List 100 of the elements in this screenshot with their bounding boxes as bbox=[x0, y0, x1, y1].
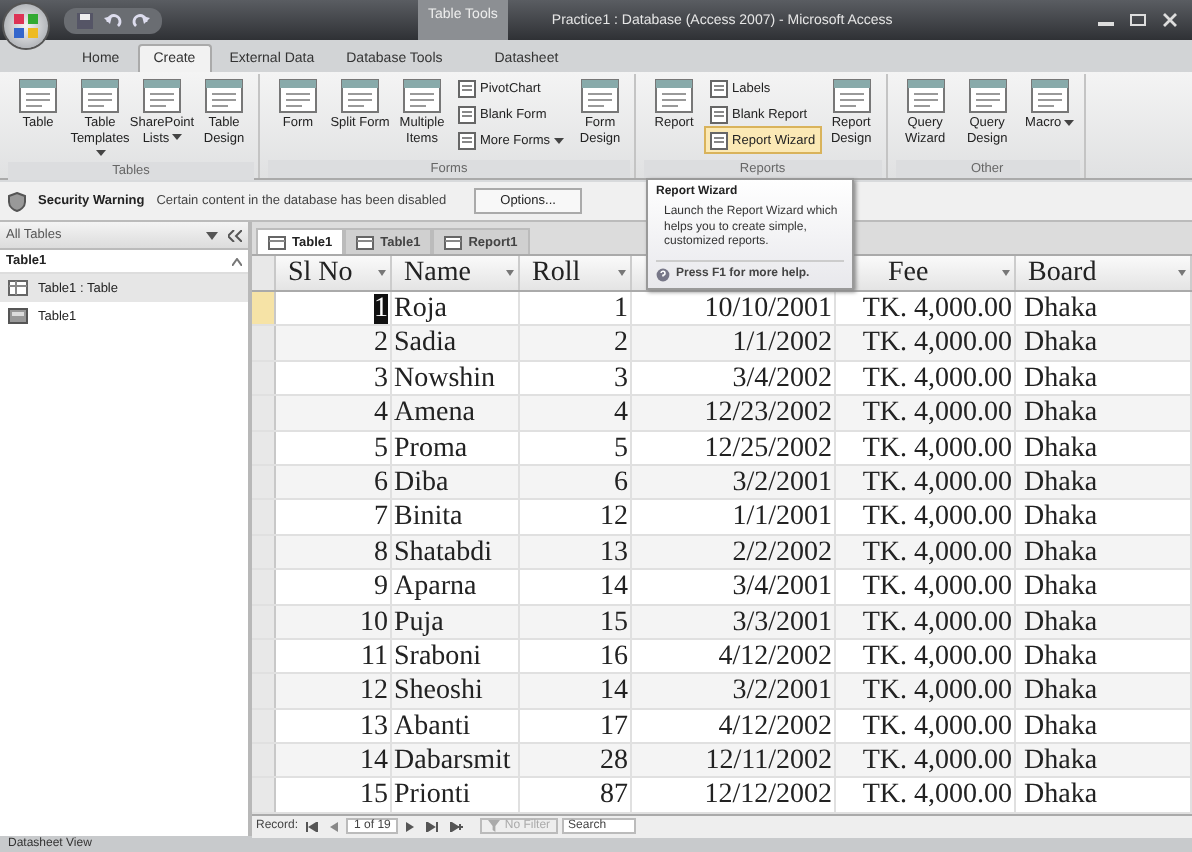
table-cell: 14 bbox=[520, 674, 632, 708]
document-icon bbox=[278, 78, 318, 114]
table-cell: TK. 4,000.00 bbox=[836, 639, 1016, 673]
table-cell: Dhaka bbox=[1016, 500, 1192, 534]
table-cell: 9 bbox=[276, 570, 392, 604]
new-record-icon bbox=[450, 821, 465, 832]
previous-record-button[interactable] bbox=[326, 821, 343, 832]
document-icon bbox=[80, 78, 120, 114]
table-cell: TK. 4,000.00 bbox=[836, 361, 1016, 395]
table-cell: 3 bbox=[520, 361, 632, 395]
document-icon bbox=[458, 131, 476, 149]
table-cell: 12/23/2002 bbox=[632, 396, 836, 430]
table-cell: TK. 4,000.00 bbox=[836, 465, 1016, 499]
table-cell: 87 bbox=[520, 778, 632, 812]
table-cell: 15 bbox=[276, 778, 392, 812]
maximize-icon[interactable] bbox=[1128, 12, 1148, 28]
table-cell: Puja bbox=[392, 605, 520, 638]
table-cell: TK. 4,000.00 bbox=[836, 535, 1016, 569]
caret-icon[interactable] bbox=[618, 270, 626, 276]
report-icon bbox=[8, 308, 28, 324]
table-cell: 11 bbox=[276, 639, 392, 673]
document-icon bbox=[204, 78, 244, 114]
column-header[interactable]: Name bbox=[392, 256, 520, 290]
table-cell: TK. 4,000.00 bbox=[836, 709, 1016, 743]
table-cell: Dhaka bbox=[1016, 431, 1192, 464]
column-header[interactable]: Sl No bbox=[276, 256, 392, 290]
collapse-icon[interactable] bbox=[228, 229, 242, 241]
table-icon bbox=[268, 235, 286, 249]
next-record-button[interactable] bbox=[402, 821, 419, 832]
table-cell: TK. 4,000.00 bbox=[836, 605, 1016, 638]
table-cell: 12/11/2002 bbox=[632, 744, 836, 777]
table-cell: 16 bbox=[520, 639, 632, 673]
table-cell: 1 bbox=[520, 292, 632, 325]
table-cell: TK. 4,000.00 bbox=[836, 431, 1016, 464]
column-header[interactable]: Board bbox=[1016, 256, 1192, 290]
table-cell: 12 bbox=[520, 500, 632, 534]
table-cell: TK. 4,000.00 bbox=[836, 326, 1016, 360]
table-cell: Roja bbox=[392, 292, 520, 325]
table-cell: 13 bbox=[276, 709, 392, 743]
caret-icon[interactable] bbox=[1178, 270, 1186, 276]
table-icon bbox=[8, 280, 28, 296]
table-cell: Abanti bbox=[392, 709, 520, 743]
table-cell: 1/1/2001 bbox=[632, 500, 836, 534]
table-cell: 12/12/2002 bbox=[632, 778, 836, 812]
caret-icon[interactable] bbox=[206, 231, 218, 239]
table-cell: 1 bbox=[276, 292, 392, 325]
table-cell: 15 bbox=[520, 605, 632, 638]
redo-icon[interactable] bbox=[132, 11, 150, 29]
undo-icon[interactable] bbox=[104, 11, 122, 29]
table-cell: Dhaka bbox=[1016, 570, 1192, 604]
document-icon bbox=[142, 78, 182, 114]
document-icon bbox=[458, 105, 476, 123]
table-cell: 10 bbox=[276, 605, 392, 638]
table-cell: Dhaka bbox=[1016, 535, 1192, 569]
table-cell: 3/2/2001 bbox=[632, 674, 836, 708]
caret-icon[interactable] bbox=[1002, 270, 1010, 276]
table-cell: Dhaka bbox=[1016, 674, 1192, 708]
table-cell: Sraboni bbox=[392, 639, 520, 673]
close-icon[interactable] bbox=[1160, 12, 1180, 28]
table-cell: Dhaka bbox=[1016, 639, 1192, 673]
table-cell: 6 bbox=[520, 465, 632, 499]
table-cell: Dhaka bbox=[1016, 465, 1192, 499]
table-cell: 12/25/2002 bbox=[632, 431, 836, 464]
table-cell: 7 bbox=[276, 500, 392, 534]
document-icon bbox=[654, 78, 695, 114]
document-icon bbox=[402, 78, 442, 114]
new-record-button[interactable] bbox=[446, 821, 469, 832]
table-cell: 3/4/2001 bbox=[632, 570, 836, 604]
table-cell: Aparna bbox=[392, 570, 520, 604]
table-cell: TK. 4,000.00 bbox=[836, 500, 1016, 534]
caret-icon[interactable] bbox=[378, 270, 386, 276]
table-cell: 13 bbox=[520, 535, 632, 569]
office-button[interactable] bbox=[4, 4, 48, 48]
document-icon bbox=[710, 105, 729, 123]
table-cell: 2/2/2002 bbox=[632, 535, 836, 569]
first-icon bbox=[306, 821, 319, 832]
table-cell: Proma bbox=[392, 431, 520, 464]
table-cell: 10/10/2001 bbox=[632, 292, 836, 325]
table-cell: Diba bbox=[392, 465, 520, 499]
table-cell: 8 bbox=[276, 535, 392, 569]
last-record-button[interactable] bbox=[422, 821, 443, 832]
table-cell: 4 bbox=[520, 396, 632, 430]
table-cell: TK. 4,000.00 bbox=[836, 744, 1016, 777]
caret-icon[interactable] bbox=[506, 270, 514, 276]
table-cell: Amena bbox=[392, 396, 520, 430]
table-cell: Shatabdi bbox=[392, 535, 520, 569]
table-cell: 3/4/2002 bbox=[632, 361, 836, 395]
first-record-button[interactable] bbox=[302, 821, 323, 832]
document-icon bbox=[340, 78, 380, 114]
table-cell: 12 bbox=[276, 674, 392, 708]
table-cell: Dabarsmit bbox=[392, 744, 520, 777]
table-cell: 2 bbox=[520, 326, 632, 360]
help-icon bbox=[656, 267, 670, 281]
save-icon[interactable] bbox=[76, 11, 94, 29]
table-icon bbox=[444, 235, 463, 249]
table-cell: 5 bbox=[276, 431, 392, 464]
document-icon bbox=[458, 79, 476, 97]
column-header[interactable]: Roll bbox=[520, 256, 632, 290]
table-cell: Prionti bbox=[392, 778, 520, 812]
table-cell: Binita bbox=[392, 500, 520, 534]
